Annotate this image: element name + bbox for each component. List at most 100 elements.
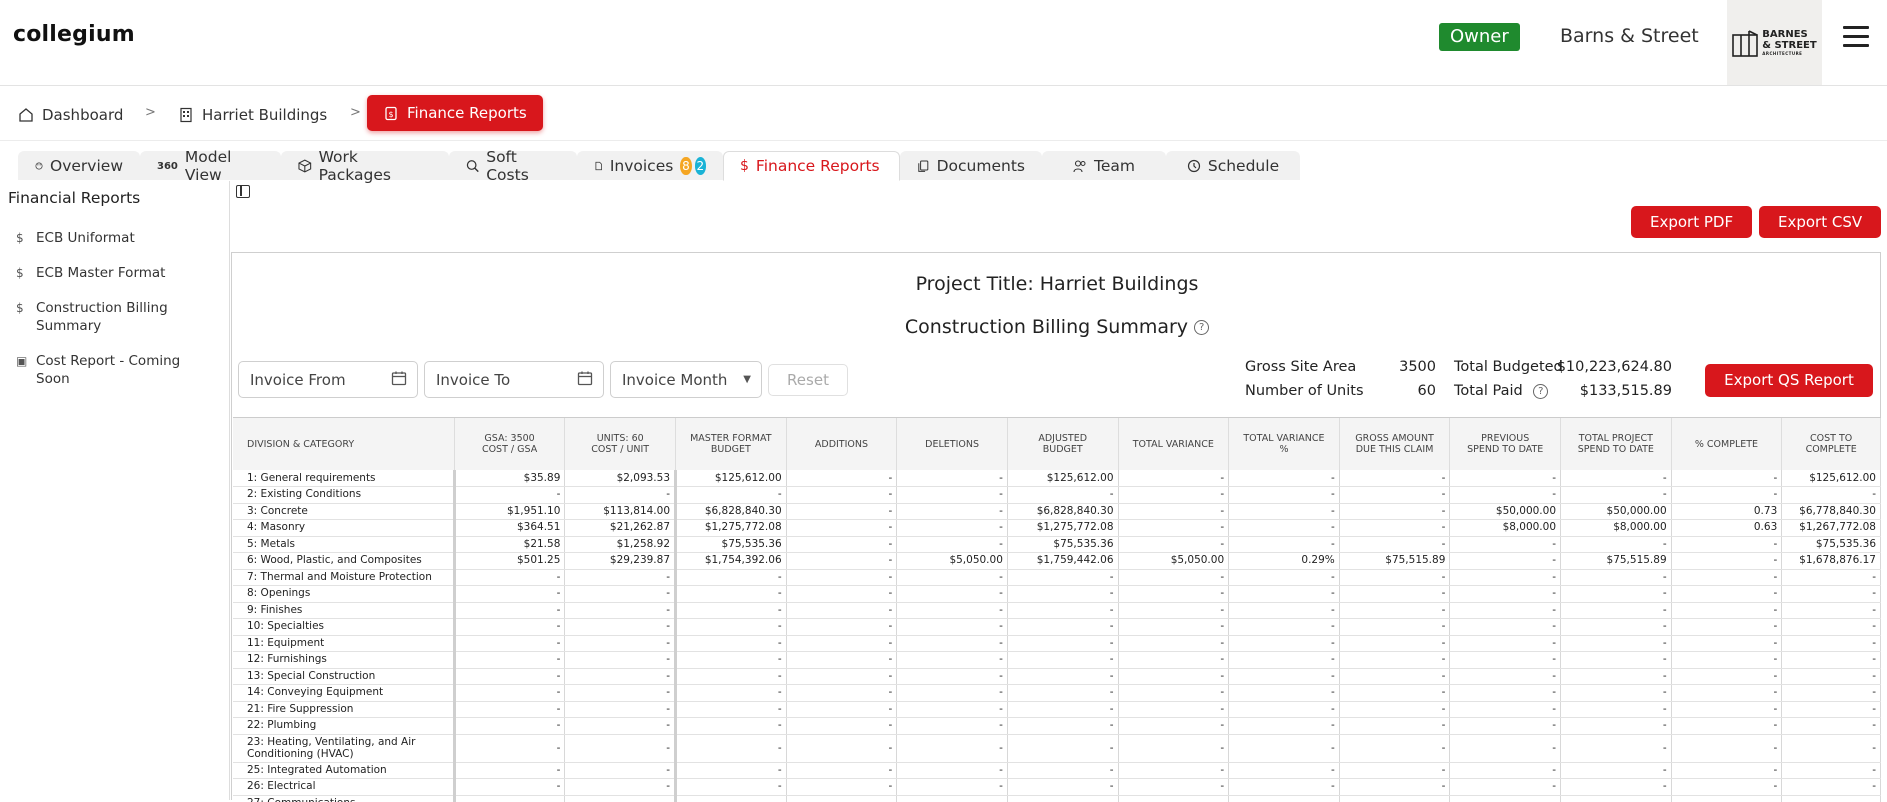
value-cell: - [454,734,566,763]
table-row: 6: Wood, Plastic, and Composites $501.25 $… [233,552,1881,570]
tab-team[interactable]: Team [1042,151,1166,180]
tab-finance-reports[interactable]: $ Finance Reports [723,151,900,181]
value-cell: - [1449,651,1562,669]
value-cell: - [1781,486,1881,504]
sidebar-item-ecb-uniformat[interactable]: $ ECB Uniformat [16,229,216,247]
value-cell: - [1339,795,1451,802]
dollar-icon: $ [740,158,749,174]
tab-soft-costs[interactable]: Soft Costs [449,148,577,184]
export-qs-report-button[interactable]: Export QS Report [1705,364,1873,397]
value-cell: - [1118,762,1230,779]
value-cell: - [675,651,787,669]
breadcrumb-dashboard[interactable]: Dashboard [12,98,129,132]
sidebar-collapse-icon[interactable] [236,185,250,198]
clock-icon [1187,159,1200,173]
tab-schedule[interactable]: Schedule [1166,151,1300,180]
value-cell: - [454,651,566,669]
column-header: TOTAL VARIANCE% [1228,418,1340,470]
breadcrumb-project[interactable]: Harriet Buildings [172,98,333,132]
invoice-month-select[interactable]: Invoice Month ▼ [610,361,762,398]
division-cell: 2: Existing Conditions [233,486,456,504]
value-cell: - [896,651,1008,669]
value-cell: - [564,684,678,702]
gsa-value: 3500 [1399,359,1436,375]
value-cell: - [1449,602,1562,619]
value-cell: - [1118,519,1230,537]
breadcrumb-separator: > [350,105,361,120]
table-row: 1: General requirements $35.89 $2,093.53 $1… [233,470,1881,487]
value-cell: - [1449,470,1562,487]
value-cell: $6,778,840.30 [1781,503,1881,520]
invoice-to-input[interactable]: Invoice To [424,361,604,398]
value-cell: - [1560,701,1672,718]
company-logo: BARNES & STREET ARCHITECTURE [1727,0,1822,85]
division-cell: 13: Special Construction [233,668,456,685]
breadcrumb-finance-reports[interactable]: $ Finance Reports [367,95,543,131]
value-cell: $75,515.89 [1339,552,1451,570]
calendar-icon[interactable] [391,370,407,390]
value-cell: - [786,778,898,796]
export-pdf-button[interactable]: Export PDF [1631,206,1753,238]
documents-icon [918,160,929,172]
value-cell: - [896,486,1008,504]
invoice-from-input[interactable]: Invoice From [238,361,418,398]
sidebar-item-ecb-master-format[interactable]: $ ECB Master Format [16,264,216,282]
value-cell: - [1339,470,1451,487]
value-cell: - [1449,684,1562,702]
value-cell: - [1228,762,1340,779]
hamburger-menu-icon[interactable] [1843,26,1869,48]
value-cell: - [564,778,678,796]
value-cell: - [1118,668,1230,685]
value-cell: - [675,795,787,802]
value-cell: - [786,585,898,603]
tab-overview[interactable]: Overview [18,151,140,180]
value-cell: - [896,795,1008,802]
help-icon[interactable]: ? [1533,383,1549,399]
value-cell: - [1007,795,1119,802]
sidebar-item-construction-billing-summary[interactable]: $ Construction Billing Summary [16,299,176,335]
value-cell: - [1671,734,1783,763]
reset-button[interactable]: Reset [768,364,848,396]
value-cell: - [454,795,566,802]
table-row: 13: Special Construction - - - - - - - - - - - - - [233,668,1881,685]
brand-logo[interactable]: collegium [13,22,135,47]
value-cell: - [1007,684,1119,702]
sidebar-item-cost-report[interactable]: ▣ Cost Report - Coming Soon [16,352,216,388]
division-cell: 6: Wood, Plastic, and Composites [233,552,456,570]
value-cell: - [1007,486,1119,504]
value-cell: - [1449,734,1562,763]
value-cell: $501.25 [454,552,566,570]
value-cell: - [454,635,566,652]
logo-text: BARNES & STREET ARCHITECTURE [1762,28,1817,56]
value-cell: $75,535.36 [1007,536,1119,553]
value-cell: - [1118,651,1230,669]
value-cell: - [1228,602,1340,619]
division-cell: 9: Finishes [233,602,456,619]
value-cell: - [1339,536,1451,553]
division-cell: 23: Heating, Ventilating, and Air Condit… [233,734,456,763]
value-cell: - [786,717,898,735]
value-cell: - [675,602,787,619]
value-cell: - [1671,569,1783,586]
svg-text:$: $ [388,110,393,119]
value-cell: - [1671,618,1783,636]
value-cell: - [1560,635,1672,652]
tab-model-view[interactable]: 360 Model View [140,148,281,184]
value-cell: - [786,569,898,586]
value-cell: - [1228,618,1340,636]
value-cell: - [1781,734,1881,763]
value-cell: - [1228,635,1340,652]
value-cell: - [1781,569,1881,586]
value-cell: - [1671,602,1783,619]
calendar-icon[interactable] [577,370,593,390]
export-csv-button[interactable]: Export CSV [1759,206,1882,238]
division-cell: 10: Specialties [233,618,456,636]
value-cell: - [1449,762,1562,779]
report-title: Construction Billing Summary ? [232,316,1882,338]
value-cell: 0.29% [1228,552,1340,570]
total-paid-label: Total Paid ? [1454,383,1549,399]
tab-documents[interactable]: Documents [900,151,1042,180]
help-icon[interactable]: ? [1194,320,1210,335]
tab-invoices[interactable]: Invoices 8 2 [577,151,723,180]
tab-work-packages[interactable]: Work Packages [281,148,449,184]
